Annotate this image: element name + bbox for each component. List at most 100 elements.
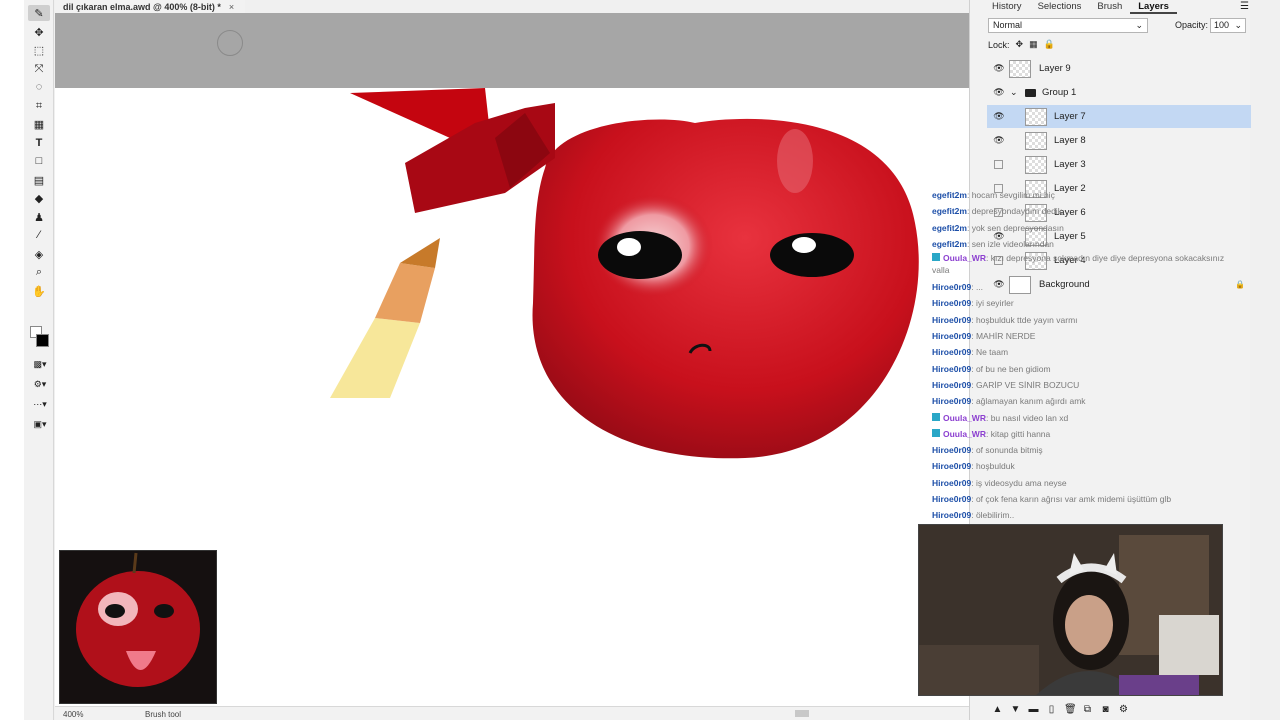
new-layer-icon[interactable]: ▯ xyxy=(1046,704,1057,715)
chat-message: Hiroe0r09: ağlamayan kanım ağırdı amk xyxy=(932,393,1232,409)
lock-label: Lock: xyxy=(988,39,1010,50)
eye-icon[interactable]: 👁 xyxy=(993,111,1005,122)
panel-menu-icon[interactable]: ☰ xyxy=(1240,1,1249,12)
eye-icon[interactable]: 👁 xyxy=(993,135,1005,146)
document-title: dil çıkaran elma.awd @ 400% (8-bit) * xyxy=(63,1,221,12)
opacity-value: 100 xyxy=(1214,20,1230,30)
app-window: ✎ ✥ ⬚ ⤧ ◌ ⌗ ▦ T □ ▤ ◆ ♟ ⁄ ◈ ⌕ ✋ ▩▾ ⚙▾ ⋯▾… xyxy=(0,0,1280,720)
chat-text: : bu nasıl video lan xd xyxy=(985,412,1069,423)
lock-row: Lock: ✥ ▦ 🔒 xyxy=(988,39,1055,50)
layer-thumbnail xyxy=(1025,131,1047,150)
chat-text: : of bu ne ben gidiom xyxy=(971,363,1051,374)
chat-text: : hoşbulduk xyxy=(971,461,1015,472)
layer-mask-icon[interactable]: ◙ xyxy=(1100,704,1111,715)
grid-tool-icon[interactable]: ▦ xyxy=(28,116,50,132)
clone-stamp-tool-icon[interactable]: ♟ xyxy=(28,209,50,225)
new-group-icon[interactable]: ▬ xyxy=(1028,704,1039,715)
chat-username: Hiroe0r09 xyxy=(932,347,972,358)
eyedropper-tool-icon[interactable]: ⁄ xyxy=(28,227,50,243)
close-tab-icon[interactable]: × xyxy=(229,2,234,12)
chat-text: : depresyondaydım dedik xyxy=(966,206,1062,217)
chat-username: Hiroe0r09 xyxy=(932,445,972,456)
layer-thumbnail xyxy=(1009,59,1031,78)
webcam-feed xyxy=(918,524,1223,696)
chat-message: egefit2m: yok sen depresyondasın xyxy=(932,220,1232,236)
layer-name: Layer 9 xyxy=(1039,63,1071,74)
group-row[interactable]: 👁 ⌄ Group 1 xyxy=(987,81,1251,104)
layer-row[interactable]: 👁 Layer 7 xyxy=(987,105,1251,128)
chevron-down-icon: ⌄ xyxy=(1135,20,1143,30)
chat-username: Hiroe0r09 xyxy=(932,494,972,505)
chat-username: Hiroe0r09 xyxy=(932,314,972,325)
chat-username: Hiroe0r09 xyxy=(932,363,972,374)
panel-bottom-toolbar: ▲ ▼ ▬ ▯ 🗑 ⧉ ◙ ⚙ xyxy=(992,704,1129,715)
text-tool-icon[interactable]: T xyxy=(28,135,50,151)
left-eye xyxy=(598,231,682,279)
chat-message: Hiroe0r09: of bu ne ben gidiom xyxy=(932,361,1232,377)
move-down-icon[interactable]: ▼ xyxy=(1010,704,1021,715)
tab-layers[interactable]: Layers xyxy=(1130,0,1177,14)
lock-position-icon[interactable]: ✥ xyxy=(1016,39,1024,50)
opacity-field[interactable]: 100 ⌄ xyxy=(1210,18,1246,33)
chat-message: Ouula_WR: kızı depresyona sokmadın diye … xyxy=(932,252,1232,276)
chat-message: Hiroe0r09: ölebilirim.. xyxy=(932,507,1232,523)
mode-dropdown[interactable]: ▣▾ xyxy=(28,416,52,432)
apple-shape xyxy=(532,118,919,459)
zoom-level[interactable]: 400% xyxy=(63,710,83,719)
delete-layer-icon[interactable]: 🗑 xyxy=(1064,704,1077,715)
move-tool-icon[interactable]: ✥ xyxy=(28,24,50,40)
chat-text: : ağlamayan kanım ağırdı amk xyxy=(971,396,1086,407)
layer-row[interactable]: 👁 Layer 9 xyxy=(987,57,1251,80)
chat-text: : of çok fena karın ağrısı var amk midem… xyxy=(971,494,1172,505)
document-tab[interactable]: dil çıkaran elma.awd @ 400% (8-bit) * × xyxy=(55,0,245,13)
brush-tool-icon[interactable]: ✎ xyxy=(28,5,50,21)
duplicate-layer-icon[interactable]: ⧉ xyxy=(1082,704,1093,715)
fill-tool-icon[interactable]: ◈ xyxy=(28,246,50,262)
tab-history[interactable]: History xyxy=(984,0,1030,14)
horizontal-scrollbar-thumb[interactable] xyxy=(795,710,809,717)
chat-text: : sen izle videolarından xyxy=(966,238,1054,249)
panel-tabs: History Selections Brush Layers xyxy=(984,0,1177,14)
gradient-tool-icon[interactable]: ▤ xyxy=(28,172,50,188)
eye-icon[interactable]: 👁 xyxy=(993,87,1005,98)
shape-tool-icon[interactable]: □ xyxy=(28,153,50,169)
zoom-tool-icon[interactable]: ⌕ xyxy=(28,264,50,280)
chat-message: egefit2m: hocam sevgilim mi hiç xyxy=(932,187,1232,203)
chat-message: Hiroe0r09: iş videosydu ama neyse xyxy=(932,475,1232,491)
layer-thumbnail xyxy=(1025,107,1047,126)
hand-tool-icon[interactable]: ✋ xyxy=(28,283,50,299)
chevron-down-icon[interactable]: ⌄ xyxy=(1010,87,1018,98)
folder-icon xyxy=(1025,88,1036,97)
eye-off-icon[interactable] xyxy=(994,160,1003,169)
tab-selections[interactable]: Selections xyxy=(1030,0,1090,14)
blend-mode-value: Normal xyxy=(993,20,1023,30)
chat-message: Hiroe0r09: ... xyxy=(932,279,1232,295)
pattern-dropdown[interactable]: ⋯▾ xyxy=(28,396,52,412)
lasso-tool-icon[interactable]: ◌ xyxy=(28,79,50,95)
lock-all-icon[interactable]: 🔒 xyxy=(1044,39,1055,50)
chat-username: Hiroe0r09 xyxy=(932,396,972,407)
layer-row[interactable]: Layer 3 xyxy=(987,153,1251,176)
layer-settings-icon[interactable]: ⚙ xyxy=(1118,704,1129,715)
chat-message: Hiroe0r09: Ne taam xyxy=(932,344,1232,360)
brush-preset-dropdown[interactable]: ▩▾ xyxy=(28,356,52,372)
chevron-down-icon: ⌄ xyxy=(1234,20,1242,30)
blend-mode-select[interactable]: Normal ⌄ xyxy=(988,18,1148,33)
rect-select-tool-icon[interactable]: ⬚ xyxy=(28,42,50,58)
layer-row[interactable]: 👁 Layer 8 xyxy=(987,129,1251,152)
eraser-tool-icon[interactable]: ◆ xyxy=(28,190,50,206)
chat-username: egefit2m xyxy=(932,206,967,217)
magic-wand-tool-icon[interactable]: ⤧ xyxy=(28,61,50,77)
tab-brush[interactable]: Brush xyxy=(1089,0,1130,14)
chat-username: Hiroe0r09 xyxy=(932,510,972,521)
layer-name: Group 1 xyxy=(1042,87,1077,98)
eye-icon[interactable]: 👁 xyxy=(993,63,1005,74)
move-up-icon[interactable]: ▲ xyxy=(992,704,1003,715)
chat-message: Hiroe0r09: hoşbulduk xyxy=(932,458,1232,474)
foreground-color-swatch[interactable] xyxy=(36,334,49,347)
chat-message: Hiroe0r09: hoşbulduk ttde yayın varmı xyxy=(932,312,1232,328)
brush-settings-dropdown[interactable]: ⚙▾ xyxy=(28,376,52,392)
lock-pixels-icon[interactable]: ▦ xyxy=(1029,39,1038,50)
chat-username: Hiroe0r09 xyxy=(932,298,972,309)
crop-tool-icon[interactable]: ⌗ xyxy=(28,98,50,114)
